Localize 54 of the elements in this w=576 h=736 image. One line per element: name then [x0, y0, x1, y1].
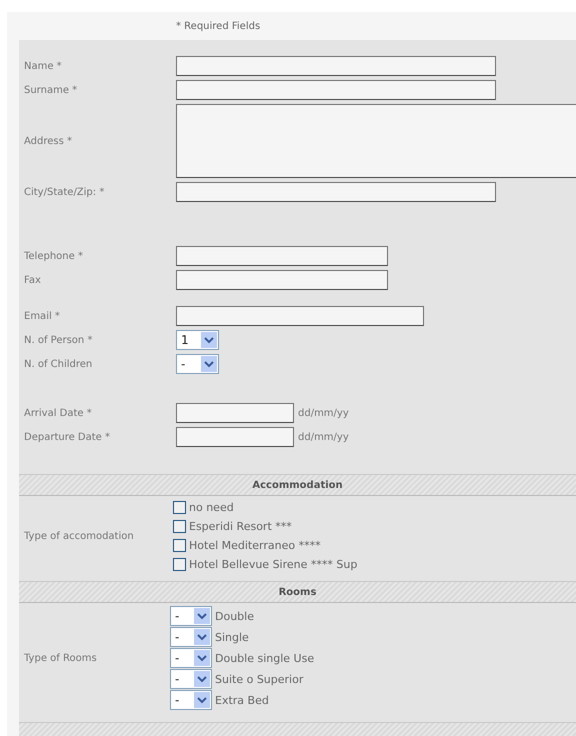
date-format-hint: dd/mm/yy: [298, 432, 349, 442]
checkbox[interactable]: [173, 520, 186, 533]
section-title: Rooms: [278, 586, 316, 598]
chevron-down-icon: [194, 608, 210, 624]
chevron-down-icon: [201, 332, 217, 348]
date-field[interactable]: [176, 427, 294, 447]
section-title: Accommodation: [252, 480, 343, 490]
field-label: City/State/Zip: *: [23, 186, 106, 198]
input-field[interactable]: [176, 270, 388, 290]
field-label: Type of accomodation: [23, 530, 135, 542]
checkbox-label: Esperidi Resort ***: [189, 520, 292, 533]
chevron-down-icon: [194, 650, 210, 666]
checkbox-label: Hotel Mediterraneo ****: [189, 539, 321, 552]
field-label: Arrival Date *: [23, 408, 93, 418]
field-label: N. of Children: [23, 358, 94, 370]
field-label: Fax: [23, 274, 42, 286]
input-field[interactable]: [176, 246, 388, 266]
field-label: N. of Person *: [23, 334, 94, 346]
chevron-down-icon: [201, 356, 217, 372]
field-label: Type of Rooms: [23, 652, 98, 664]
input-field[interactable]: [176, 56, 496, 76]
checkbox-label: Hotel Bellevue Sirene **** Sup: [189, 558, 358, 571]
field-label: Telephone *: [23, 250, 84, 262]
room-type-label: Suite o Superior: [215, 672, 304, 686]
field-label: Surname *: [23, 84, 78, 96]
address-field[interactable]: [176, 104, 576, 178]
room-type-label: Extra Bed: [215, 694, 269, 706]
date-format-hint: dd/mm/yy: [298, 408, 349, 418]
field-label: Address *: [23, 136, 74, 146]
room-type-label: Double: [215, 610, 254, 622]
checkbox[interactable]: [173, 501, 186, 514]
select-field[interactable]: 1: [176, 330, 219, 350]
date-field[interactable]: [176, 403, 294, 423]
checkbox[interactable]: [173, 558, 186, 571]
chevron-down-icon: [194, 671, 210, 687]
checkbox[interactable]: [173, 539, 186, 552]
field-label: Name *: [23, 60, 63, 72]
room-type-label: Single: [215, 630, 249, 644]
select-field[interactable]: -: [170, 669, 212, 689]
select-field[interactable]: -: [170, 627, 212, 647]
select-field[interactable]: -: [170, 606, 212, 626]
required-note: * Required Fields: [176, 20, 260, 32]
chevron-down-icon: [194, 629, 210, 645]
field-label: Email *: [23, 310, 61, 322]
input-field[interactable]: [176, 182, 496, 202]
input-field[interactable]: [176, 80, 496, 100]
select-field[interactable]: -: [176, 354, 219, 374]
room-type-label: Double single Use: [215, 652, 314, 664]
select-field[interactable]: -: [170, 648, 212, 668]
select-field[interactable]: -: [170, 690, 212, 710]
chevron-down-icon: [194, 692, 210, 708]
field-label: Departure Date *: [23, 432, 112, 442]
checkbox-label: no need: [189, 501, 234, 514]
input-field[interactable]: [176, 306, 424, 326]
